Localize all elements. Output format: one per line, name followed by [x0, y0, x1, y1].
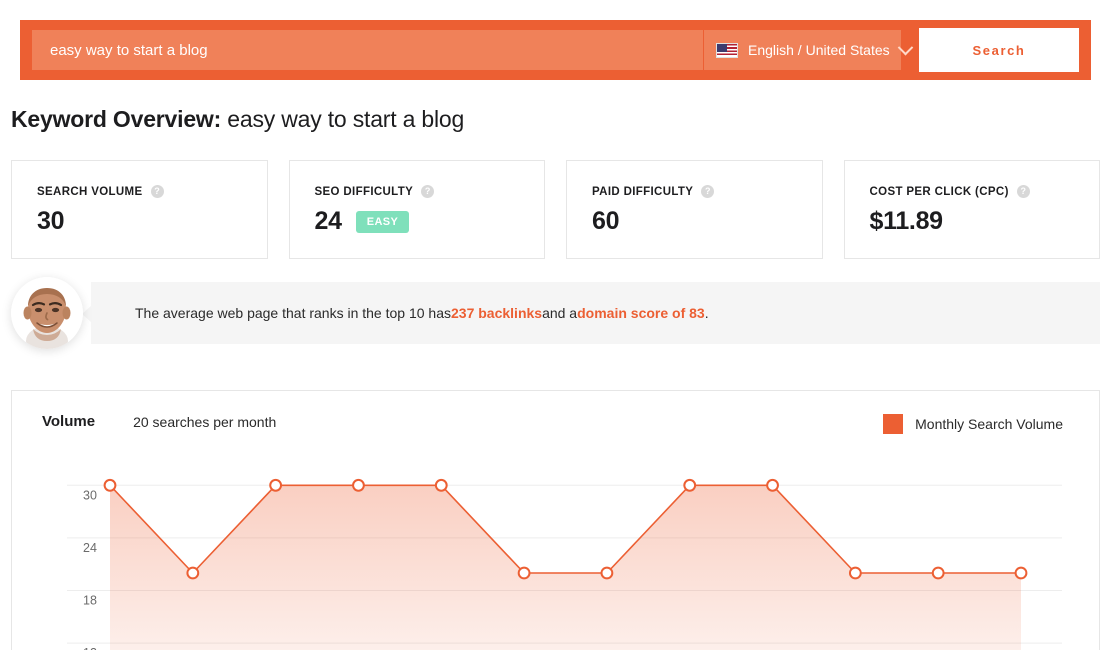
us-flag-icon — [716, 43, 738, 58]
svg-text:18: 18 — [83, 594, 97, 608]
metric-card-head: SEARCH VOLUME ? — [37, 185, 267, 198]
search-input[interactable] — [50, 42, 685, 59]
metric-label: SEO DIFFICULTY — [315, 186, 414, 198]
tip-text-1: The average web page that ranks in the t… — [135, 305, 451, 321]
help-icon[interactable]: ? — [421, 185, 434, 198]
avatar — [11, 277, 83, 349]
metric-value-row: 30 — [37, 207, 267, 236]
metric-card-cpc: COST PER CLICK (CPC) ? $11.89 — [844, 160, 1101, 259]
metric-value-row: $11.89 — [870, 207, 1100, 236]
locale-label: English / United States — [748, 42, 890, 58]
legend-swatch-icon — [883, 414, 903, 434]
svg-text:12: 12 — [83, 646, 97, 650]
tip-text-2: and a — [542, 305, 577, 321]
metric-card-head: COST PER CLICK (CPC) ? — [870, 185, 1100, 198]
search-input-wrap[interactable] — [32, 30, 703, 70]
page-title-keyword: easy way to start a blog — [221, 106, 464, 132]
volume-chart-panel: Volume 20 searches per month Monthly Sea… — [11, 390, 1100, 650]
tip-text-3: . — [705, 305, 709, 321]
search-bar: English / United States Search — [20, 20, 1091, 80]
metric-card-head: PAID DIFFICULTY ? — [592, 185, 822, 198]
metric-card-head: SEO DIFFICULTY ? — [315, 185, 545, 198]
svg-text:24: 24 — [83, 541, 97, 555]
chart-plot-area: 30 24 18 12 — [12, 446, 1099, 650]
status-badge: EASY — [356, 211, 410, 233]
chart-subtitle: 20 searches per month — [133, 414, 276, 430]
page-title-strong: Keyword Overview: — [11, 106, 221, 132]
chart-title: Volume — [42, 413, 95, 430]
legend-label: Monthly Search Volume — [915, 416, 1063, 432]
metric-value: 60 — [592, 207, 619, 236]
metric-value: $11.89 — [870, 207, 943, 236]
chevron-down-icon[interactable] — [897, 39, 913, 55]
tip-banner: The average web page that ranks in the t… — [11, 282, 1100, 344]
svg-text:30: 30 — [83, 488, 97, 502]
search-button[interactable]: Search — [919, 28, 1079, 72]
metric-label: SEARCH VOLUME — [37, 186, 143, 198]
page-title: Keyword Overview: easy way to start a bl… — [11, 106, 464, 133]
metric-value: 30 — [37, 207, 64, 236]
chart-header: Volume 20 searches per month Monthly Sea… — [12, 391, 1099, 430]
help-icon[interactable]: ? — [701, 185, 714, 198]
tip-highlight-backlinks: 237 backlinks — [451, 305, 542, 321]
metric-card-seo-difficulty: SEO DIFFICULTY ? 24 EASY — [289, 160, 546, 259]
tip-highlight-domain-score: domain score of 83 — [577, 305, 705, 321]
metric-value-row: 60 — [592, 207, 822, 236]
metric-label: COST PER CLICK (CPC) — [870, 186, 1009, 198]
metric-label: PAID DIFFICULTY — [592, 186, 693, 198]
volume-area-chart: 30 24 18 12 — [12, 446, 1099, 650]
metric-card-paid-difficulty: PAID DIFFICULTY ? 60 — [566, 160, 823, 259]
metric-cards: SEARCH VOLUME ? 30 SEO DIFFICULTY ? 24 E… — [11, 160, 1100, 259]
help-icon[interactable]: ? — [1017, 185, 1030, 198]
metric-value: 24 — [315, 207, 342, 236]
locale-select[interactable]: English / United States — [703, 30, 901, 70]
tip-bubble: The average web page that ranks in the t… — [91, 282, 1100, 344]
metric-value-row: 24 EASY — [315, 207, 545, 236]
help-icon[interactable]: ? — [151, 185, 164, 198]
chart-legend: Monthly Search Volume — [883, 414, 1063, 434]
metric-card-search-volume: SEARCH VOLUME ? 30 — [11, 160, 268, 259]
